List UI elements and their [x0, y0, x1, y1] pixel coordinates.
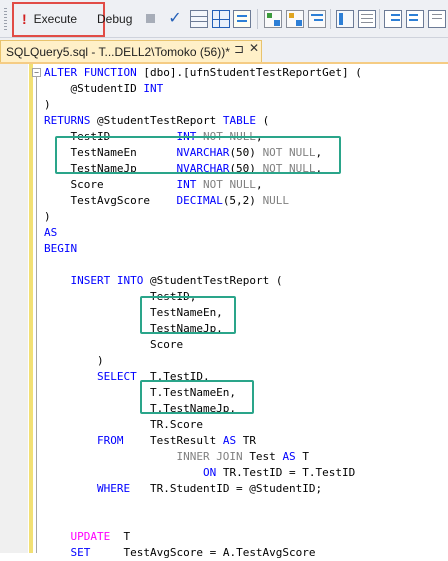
- column-definition-highlight: [55, 136, 341, 174]
- code-token: NULL: [262, 194, 290, 207]
- code-token: WHERE: [96, 482, 150, 495]
- code-token: ): [44, 98, 51, 111]
- include-stats-icon[interactable]: [308, 10, 326, 28]
- code-line[interactable]: SET TestAvgScore = A.TestAvgScore: [44, 545, 316, 561]
- outdent-icon[interactable]: [406, 10, 424, 28]
- toolbar-separator: [257, 9, 258, 29]
- code-line[interactable]: INSERT INTO @StudentTestReport (: [44, 273, 283, 289]
- code-line[interactable]: INNER JOIN Test AS T: [44, 449, 309, 465]
- code-token: TestResult: [149, 434, 223, 447]
- code-line[interactable]: ): [44, 353, 104, 369]
- collapse-toggle-icon[interactable]: −: [32, 68, 41, 77]
- code-token: ON: [202, 466, 223, 479]
- code-token: Score: [44, 178, 177, 191]
- code-token: NOT NULL: [202, 178, 256, 191]
- code-token: @StudentID: [44, 82, 144, 95]
- code-token: T: [123, 530, 131, 543]
- code-token: AS: [44, 226, 58, 239]
- code-token: (: [262, 114, 270, 127]
- code-line[interactable]: BEGIN: [44, 241, 77, 257]
- code-line[interactable]: AS: [44, 225, 57, 241]
- insert-columns-highlight: [140, 296, 236, 334]
- outline-line: [36, 76, 37, 553]
- code-line[interactable]: ALTER FUNCTION [dbo].[ufnStudentTestRepo…: [44, 65, 362, 81]
- tab-sqlquery5[interactable]: SQLQuery5.sql - T...DELL2\Tomoko (56))*: [0, 40, 262, 62]
- text-results-icon[interactable]: [358, 10, 376, 28]
- code-editor[interactable]: − ALTER FUNCTION [dbo].[ufnStudentTestRe…: [0, 64, 448, 559]
- code-token: [dbo].[ufnStudentTestReportGet] (: [143, 66, 362, 79]
- code-token: INNER JOIN: [176, 450, 250, 463]
- client-stats-icon[interactable]: [286, 10, 304, 28]
- document-tab-strip: SQLQuery5.sql - T...DELL2\Tomoko (56))* …: [0, 38, 448, 64]
- code-token: ,: [255, 178, 263, 191]
- code-token: TR.Score: [44, 418, 203, 431]
- toolbar-separator: [379, 9, 380, 29]
- change-tracking-bar: [29, 64, 33, 553]
- code-line[interactable]: @StudentID INT: [44, 81, 163, 97]
- code-token: FROM: [96, 434, 150, 447]
- code-token: TR.StudentID = @StudentID;: [149, 482, 323, 495]
- parse-check-icon[interactable]: ✓: [166, 10, 184, 28]
- code-line[interactable]: RETURNS @StudentTestReport TABLE (: [44, 113, 269, 129]
- sql-editor-toolbar: ! Execute Debug ✓: [0, 0, 448, 38]
- editor-margin: [0, 64, 28, 553]
- tab-title: SQLQuery5.sql - T...DELL2\Tomoko (56))*: [6, 44, 230, 59]
- more-options-icon[interactable]: [428, 10, 446, 28]
- select-columns-highlight: [140, 380, 254, 414]
- code-token: ): [44, 210, 51, 223]
- code-token: T: [302, 450, 309, 463]
- indent-icon[interactable]: [384, 10, 402, 28]
- debug-label: Debug: [97, 12, 133, 26]
- results-to-grid-icon[interactable]: [190, 10, 208, 28]
- toolbar-grip[interactable]: [4, 8, 7, 30]
- code-token: ALTER FUNCTION: [44, 66, 144, 79]
- code-line[interactable]: ): [44, 97, 51, 113]
- code-token: UPDATE: [70, 530, 124, 543]
- code-token: AS: [222, 434, 243, 447]
- code-token: TABLE: [222, 114, 263, 127]
- code-token: TR: [242, 434, 256, 447]
- code-token: INT: [143, 82, 164, 95]
- query-plan-icon[interactable]: [264, 10, 282, 28]
- code-line[interactable]: Score: [44, 337, 183, 353]
- code-token: INT: [176, 178, 203, 191]
- results-grid-icon[interactable]: [212, 10, 230, 28]
- code-line[interactable]: TestAvgScore DECIMAL(5,2) NULL: [44, 193, 289, 209]
- results-to-file-icon[interactable]: [233, 10, 251, 28]
- code-token: ): [44, 354, 104, 367]
- code-line[interactable]: FROM TestResult AS TR: [44, 433, 256, 449]
- execute-highlight-box: [12, 2, 105, 37]
- code-token: BEGIN: [44, 242, 78, 255]
- code-token: AS: [282, 450, 303, 463]
- stop-icon[interactable]: [146, 14, 155, 23]
- debug-button[interactable]: Debug: [97, 8, 132, 30]
- code-token: RETURNS: [44, 114, 97, 127]
- close-icon[interactable]: ✕: [249, 41, 259, 55]
- code-token: @StudentTestReport (: [149, 274, 283, 287]
- code-line[interactable]: Score INT NOT NULL,: [44, 177, 263, 193]
- code-token: Score: [44, 338, 184, 351]
- code-line[interactable]: WHERE TR.StudentID = @StudentID;: [44, 481, 322, 497]
- code-token: TestAvgScore: [44, 194, 177, 207]
- results-tab-icon[interactable]: [336, 10, 354, 28]
- code-token: Test: [249, 450, 283, 463]
- code-token: (5,2): [222, 194, 263, 207]
- code-token: DECIMAL: [176, 194, 223, 207]
- toolbar-separator: [330, 9, 331, 29]
- code-line[interactable]: TR.Score: [44, 417, 203, 433]
- code-line[interactable]: ): [44, 209, 51, 225]
- code-token: INSERT INTO: [70, 274, 150, 287]
- pin-icon[interactable]: ⊐: [234, 42, 244, 56]
- code-line[interactable]: UPDATE T: [44, 529, 131, 545]
- code-token: @StudentTestReport: [96, 114, 223, 127]
- code-token: TR.TestID = T.TestID: [222, 466, 356, 479]
- code-line[interactable]: ON TR.TestID = T.TestID: [44, 465, 355, 481]
